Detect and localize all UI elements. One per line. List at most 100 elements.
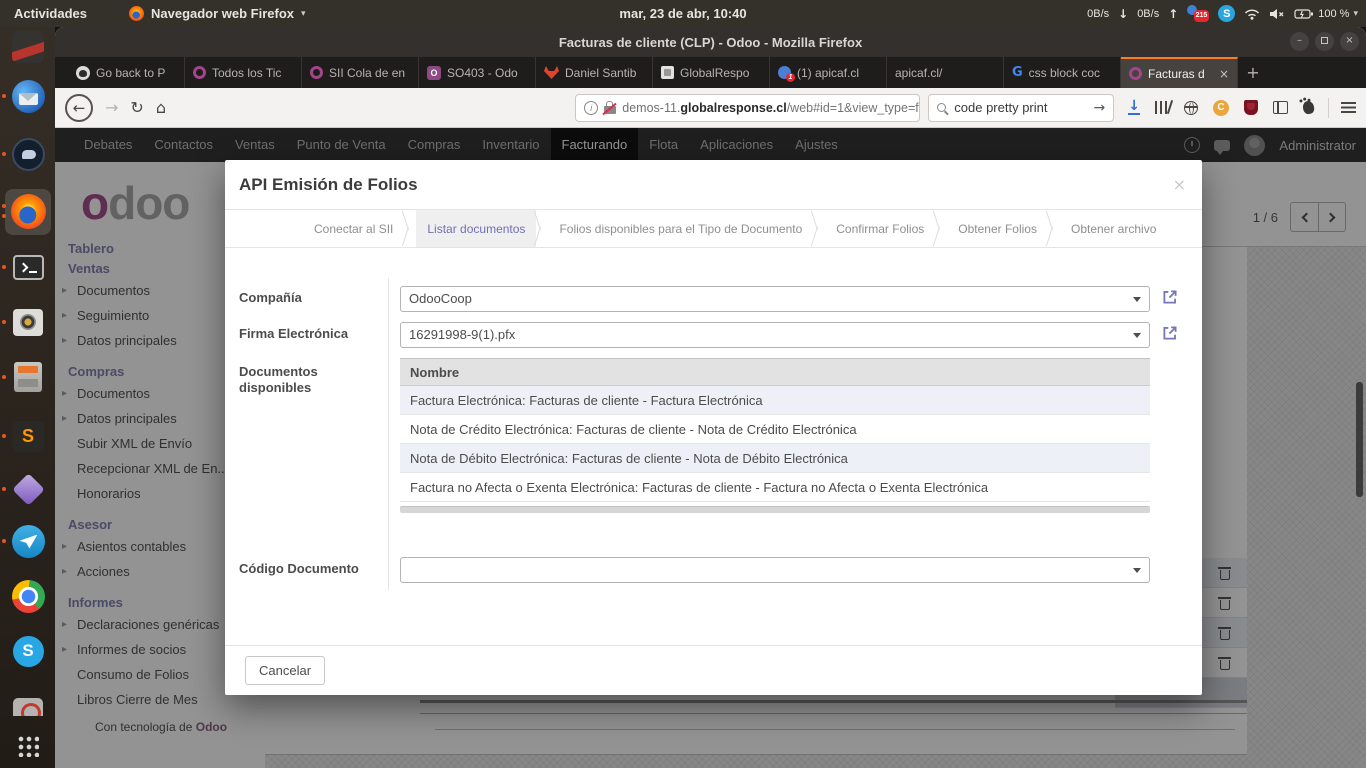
back-button[interactable]: ←	[65, 94, 93, 122]
tab-so403[interactable]: O SO403 - Odo	[419, 57, 536, 88]
page-info-icon[interactable]: i	[584, 101, 598, 115]
url-bar[interactable]: i demos-11.globalresponse.cl/web#id=1&vi…	[575, 94, 920, 122]
google-favicon: G	[1012, 65, 1023, 80]
search-input[interactable]	[952, 99, 1087, 116]
tab-label: Daniel Santib	[565, 66, 644, 80]
apicaf-favicon: 1	[778, 66, 791, 79]
step-confirmar-folios[interactable]: Confirmar Folios	[825, 210, 935, 247]
clock[interactable]: mar, 23 de abr, 10:40	[619, 6, 746, 21]
navigation-toolbar: ← → ↻ ⌂ i demos-11.globalresponse.cl/web…	[55, 88, 1366, 128]
menu-hamburger-icon[interactable]	[1341, 102, 1356, 113]
signature-label: Firma Electrónica	[239, 326, 348, 342]
window-titlebar[interactable]: Facturas de cliente (CLP) - Odoo - Mozil…	[55, 27, 1366, 57]
tab-facturas-active[interactable]: Facturas d ×	[1121, 57, 1238, 88]
volume-muted-icon[interactable]	[1269, 8, 1285, 20]
forward-button[interactable]: →	[105, 98, 118, 117]
firefox-window: Facturas de cliente (CLP) - Odoo - Mozil…	[55, 27, 1366, 768]
company-select[interactable]: OdooCoop	[400, 286, 1150, 312]
insecure-lock-icon[interactable]	[604, 106, 616, 114]
dock-terminal-icon[interactable]	[10, 249, 46, 285]
dock: S S	[0, 27, 55, 768]
search-go-icon[interactable]: →	[1094, 100, 1106, 116]
toolbar-divider	[1328, 98, 1329, 118]
unread-badge: 1	[786, 73, 795, 82]
ublock-shield-icon[interactable]	[1244, 100, 1258, 115]
downloads-icon[interactable]: ↓	[1128, 100, 1140, 115]
dock-file-cabinet-icon[interactable]	[10, 359, 46, 395]
signature-external-link-icon[interactable]	[1161, 324, 1179, 342]
show-applications-icon[interactable]	[10, 728, 46, 764]
mail-tray-icon[interactable]: 215	[1187, 5, 1209, 22]
globalresponse-favicon	[661, 66, 674, 79]
step-obtener-archivo[interactable]: Obtener archivo	[1060, 210, 1167, 247]
dock-telegram-icon[interactable]	[10, 523, 46, 559]
activities-button[interactable]: Actividades	[0, 6, 101, 21]
document-row[interactable]: Factura Electrónica: Facturas de cliente…	[400, 386, 1150, 415]
dock-firefox-icon[interactable]	[10, 193, 46, 229]
step-chevron-icon	[1048, 210, 1060, 247]
new-tab-button[interactable]: +	[1238, 57, 1268, 88]
tab-todos-los-tickets[interactable]: Todos los Tic	[185, 57, 302, 88]
chevron-down-icon: ▾	[301, 9, 306, 19]
document-code-select[interactable]	[400, 557, 1150, 583]
step-obtener-folios[interactable]: Obtener Folios	[947, 210, 1048, 247]
dock-archive-app-icon[interactable]	[10, 29, 46, 65]
wifi-icon[interactable]	[1244, 8, 1260, 20]
tab-label: apicaf.cl/	[895, 66, 995, 80]
dock-sublime-text-icon[interactable]: S	[10, 418, 46, 454]
search-bar[interactable]: →	[928, 94, 1114, 122]
reload-button[interactable]: ↻	[130, 98, 143, 117]
battery-indicator[interactable]: 100 % ▾	[1294, 8, 1358, 20]
signature-value: 16291998-9(1).pfx	[409, 327, 515, 342]
dock-skype-icon[interactable]: S	[10, 633, 46, 669]
company-external-link-icon[interactable]	[1161, 288, 1179, 306]
colorzilla-icon[interactable]: C	[1213, 100, 1229, 116]
dock-thunderbird-icon[interactable]	[10, 78, 46, 114]
tab-label: Go back to P	[96, 66, 176, 80]
signature-select[interactable]: 16291998-9(1).pfx	[400, 322, 1150, 348]
dock-modeling-app-icon[interactable]	[10, 471, 46, 507]
document-row[interactable]: Nota de Crédito Electrónica: Facturas de…	[400, 415, 1150, 444]
tab-label: SII Cola de en	[329, 66, 410, 80]
dock-partial-app-icon[interactable]	[10, 689, 46, 725]
dock-chrome-icon[interactable]	[10, 578, 46, 614]
step-folios-disponibles[interactable]: Folios disponibles para el Tipo de Docum…	[548, 210, 813, 247]
translate-globe-icon[interactable]	[1184, 101, 1198, 115]
document-code-label: Código Documento	[239, 561, 359, 577]
github-favicon	[76, 66, 90, 80]
skype-tray-icon[interactable]: S	[1218, 5, 1235, 22]
dialog-title: API Emisión de Folios	[239, 175, 418, 195]
minimize-button[interactable]: –	[1290, 32, 1309, 51]
gnome-foot-icon[interactable]	[1302, 100, 1315, 115]
column-header-nombre[interactable]: Nombre	[400, 358, 1150, 386]
workflow-steps: Conectar al SII Listar documentos Folios…	[225, 210, 1202, 248]
app-menu[interactable]: Navegador web Firefox ▾	[129, 6, 306, 21]
close-button[interactable]: ×	[1340, 32, 1359, 51]
dock-rhythmbox-icon[interactable]	[10, 304, 46, 340]
dialog-close-icon[interactable]: ×	[1173, 177, 1186, 193]
battery-percent: 100 %	[1318, 8, 1349, 20]
home-button[interactable]: ⌂	[156, 98, 166, 117]
document-row[interactable]: Factura no Afecta o Exenta Electrónica: …	[400, 473, 1150, 502]
tab-sii-cola[interactable]: SII Cola de en	[302, 57, 419, 88]
maximize-button[interactable]	[1315, 32, 1334, 51]
tab-gitlab[interactable]: Daniel Santib	[536, 57, 653, 88]
tab-apicaf[interactable]: apicaf.cl/	[887, 57, 1004, 88]
table-horizontal-scrollbar[interactable]	[400, 506, 1150, 513]
document-row[interactable]: Nota de Débito Electrónica: Facturas de …	[400, 444, 1150, 473]
tab-css-block[interactable]: G css block coc	[1004, 57, 1121, 88]
odoo-favicon	[1129, 67, 1142, 80]
tab-globalresponse[interactable]: GlobalRespo	[653, 57, 770, 88]
step-conectar-sii[interactable]: Conectar al SII	[303, 210, 404, 247]
sidebar-toggle-icon[interactable]	[1273, 101, 1288, 114]
tab-label: SO403 - Odo	[447, 66, 527, 80]
dock-chat-app-icon[interactable]	[10, 136, 46, 172]
tab-apicaf-mail[interactable]: 1 (1) apicaf.cl	[770, 57, 887, 88]
documents-label: Documentos disponibles	[239, 364, 369, 396]
library-icon[interactable]	[1155, 101, 1169, 114]
cancel-button[interactable]: Cancelar	[245, 656, 325, 685]
tab-github[interactable]: Go back to P	[68, 57, 185, 88]
tab-close-icon[interactable]: ×	[1217, 67, 1229, 81]
documents-table: Nombre Factura Electrónica: Facturas de …	[400, 358, 1150, 513]
step-listar-documentos[interactable]: Listar documentos	[416, 210, 536, 247]
